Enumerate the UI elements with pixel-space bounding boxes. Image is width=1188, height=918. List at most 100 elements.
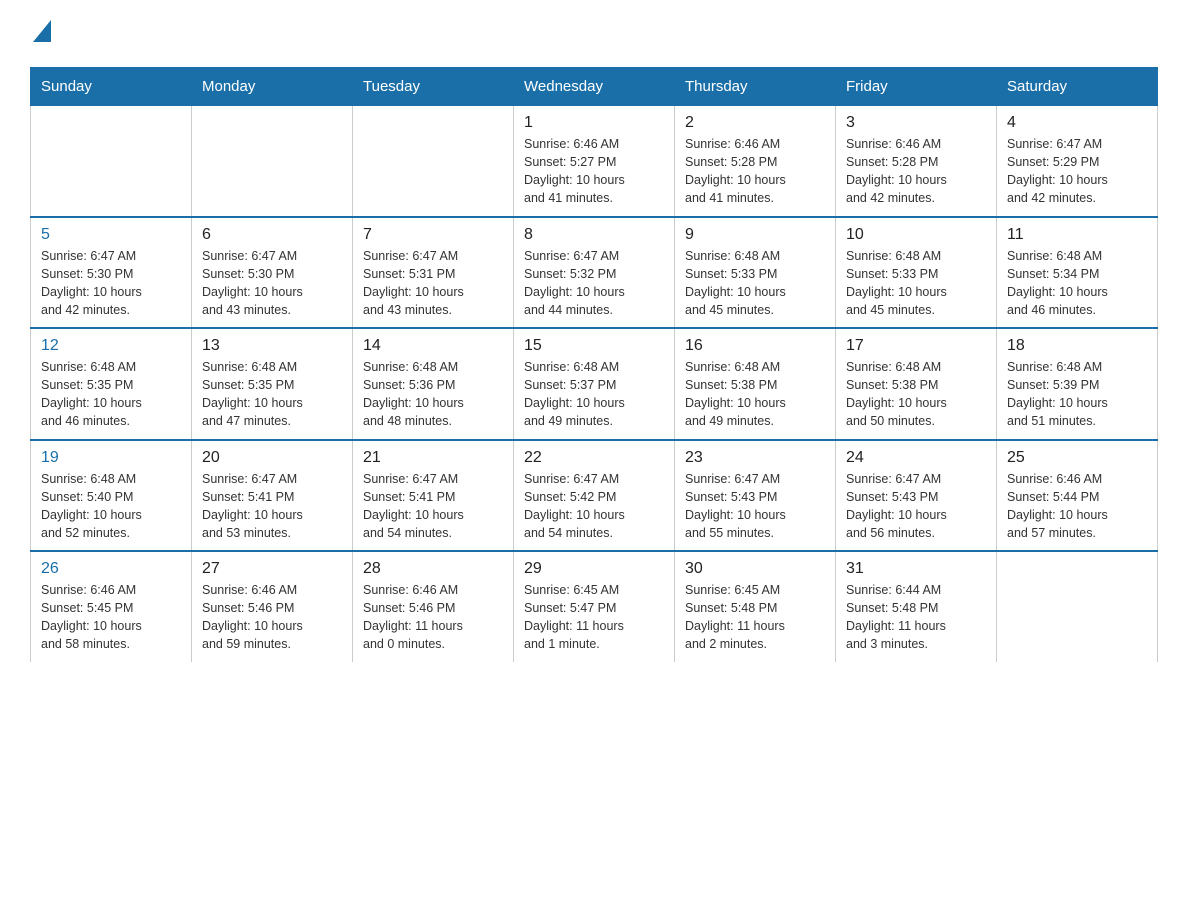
day-number: 15 <box>524 337 664 355</box>
day-number: 24 <box>846 449 986 467</box>
calendar-cell: 28 Sunrise: 6:46 AM Sunset: 5:46 PM Dayli… <box>353 551 514 662</box>
day-info: Sunrise: 6:46 AM Sunset: 5:28 PM Dayligh… <box>846 135 986 208</box>
day-info: Sunrise: 6:47 AM Sunset: 5:31 PM Dayligh… <box>363 247 503 320</box>
day-info: Sunrise: 6:48 AM Sunset: 5:33 PM Dayligh… <box>685 247 825 320</box>
header-row: SundayMondayTuesdayWednesdayThursdayFrid… <box>31 68 1158 106</box>
day-info: Sunrise: 6:48 AM Sunset: 5:35 PM Dayligh… <box>41 358 181 431</box>
day-number: 18 <box>1007 337 1147 355</box>
day-number: 7 <box>363 226 503 244</box>
calendar-cell: 12 Sunrise: 6:48 AM Sunset: 5:35 PM Dayli… <box>31 328 192 440</box>
day-info: Sunrise: 6:46 AM Sunset: 5:28 PM Dayligh… <box>685 135 825 208</box>
calendar-cell <box>31 106 192 217</box>
calendar-cell: 24 Sunrise: 6:47 AM Sunset: 5:43 PM Dayli… <box>836 440 997 552</box>
day-number: 8 <box>524 226 664 244</box>
day-info: Sunrise: 6:48 AM Sunset: 5:36 PM Dayligh… <box>363 358 503 431</box>
calendar-cell <box>192 106 353 217</box>
calendar-cell: 31 Sunrise: 6:44 AM Sunset: 5:48 PM Dayli… <box>836 551 997 662</box>
day-number: 13 <box>202 337 342 355</box>
calendar-cell: 14Sunrise: 6:48 AM Sunset: 5:36 PM Dayli… <box>353 328 514 440</box>
logo <box>30 20 51 49</box>
calendar-cell: 4 Sunrise: 6:47 AM Sunset: 5:29 PM Daylig… <box>997 106 1158 217</box>
calendar-cell: 21 Sunrise: 6:47 AM Sunset: 5:41 PM Dayli… <box>353 440 514 552</box>
calendar-cell: 3 Sunrise: 6:46 AM Sunset: 5:28 PM Daylig… <box>836 106 997 217</box>
calendar-cell: 17 Sunrise: 6:48 AM Sunset: 5:38 PM Dayli… <box>836 328 997 440</box>
day-info: Sunrise: 6:48 AM Sunset: 5:40 PM Dayligh… <box>41 470 181 543</box>
week-row-3: 12 Sunrise: 6:48 AM Sunset: 5:35 PM Dayli… <box>31 328 1158 440</box>
day-info: Sunrise: 6:46 AM Sunset: 5:46 PM Dayligh… <box>363 581 503 654</box>
calendar-cell: 27Sunrise: 6:46 AM Sunset: 5:46 PM Dayli… <box>192 551 353 662</box>
logo-triangle-icon <box>33 20 51 42</box>
day-info: Sunrise: 6:44 AM Sunset: 5:48 PM Dayligh… <box>846 581 986 654</box>
day-info: Sunrise: 6:47 AM Sunset: 5:32 PM Dayligh… <box>524 247 664 320</box>
calendar-cell: 2 Sunrise: 6:46 AM Sunset: 5:28 PM Daylig… <box>675 106 836 217</box>
day-number: 2 <box>685 114 825 132</box>
calendar-cell <box>353 106 514 217</box>
day-number: 4 <box>1007 114 1147 132</box>
header-cell-saturday: Saturday <box>997 68 1158 106</box>
day-number: 22 <box>524 449 664 467</box>
week-row-1: 1 Sunrise: 6:46 AM Sunset: 5:27 PM Daylig… <box>31 106 1158 217</box>
calendar-cell: 19Sunrise: 6:48 AM Sunset: 5:40 PM Dayli… <box>31 440 192 552</box>
day-number: 29 <box>524 560 664 578</box>
calendar-body: 1 Sunrise: 6:46 AM Sunset: 5:27 PM Daylig… <box>31 106 1158 662</box>
day-number: 5 <box>41 226 181 244</box>
calendar-cell: 11Sunrise: 6:48 AM Sunset: 5:34 PM Dayli… <box>997 217 1158 329</box>
calendar-cell: 7 Sunrise: 6:47 AM Sunset: 5:31 PM Daylig… <box>353 217 514 329</box>
day-number: 23 <box>685 449 825 467</box>
header-cell-sunday: Sunday <box>31 68 192 106</box>
calendar-cell: 10 Sunrise: 6:48 AM Sunset: 5:33 PM Dayli… <box>836 217 997 329</box>
day-number: 28 <box>363 560 503 578</box>
calendar-cell: 30 Sunrise: 6:45 AM Sunset: 5:48 PM Dayli… <box>675 551 836 662</box>
day-info: Sunrise: 6:47 AM Sunset: 5:29 PM Dayligh… <box>1007 135 1147 208</box>
calendar-cell: 13Sunrise: 6:48 AM Sunset: 5:35 PM Dayli… <box>192 328 353 440</box>
calendar-cell: 1 Sunrise: 6:46 AM Sunset: 5:27 PM Daylig… <box>514 106 675 217</box>
header-cell-thursday: Thursday <box>675 68 836 106</box>
header-cell-tuesday: Tuesday <box>353 68 514 106</box>
day-number: 17 <box>846 337 986 355</box>
day-info: Sunrise: 6:47 AM Sunset: 5:43 PM Dayligh… <box>685 470 825 543</box>
page-header <box>30 20 1158 49</box>
calendar-cell: 29 Sunrise: 6:45 AM Sunset: 5:47 PM Dayli… <box>514 551 675 662</box>
day-number: 10 <box>846 226 986 244</box>
day-info: Sunrise: 6:47 AM Sunset: 5:42 PM Dayligh… <box>524 470 664 543</box>
day-number: 31 <box>846 560 986 578</box>
day-info: Sunrise: 6:48 AM Sunset: 5:38 PM Dayligh… <box>846 358 986 431</box>
day-info: Sunrise: 6:46 AM Sunset: 5:27 PM Dayligh… <box>524 135 664 208</box>
day-info: Sunrise: 6:46 AM Sunset: 5:46 PM Dayligh… <box>202 581 342 654</box>
calendar-cell: 26 Sunrise: 6:46 AM Sunset: 5:45 PM Dayli… <box>31 551 192 662</box>
calendar-cell: 6Sunrise: 6:47 AM Sunset: 5:30 PM Daylig… <box>192 217 353 329</box>
day-number: 16 <box>685 337 825 355</box>
day-number: 21 <box>363 449 503 467</box>
day-info: Sunrise: 6:48 AM Sunset: 5:34 PM Dayligh… <box>1007 247 1147 320</box>
calendar-cell: 15Sunrise: 6:48 AM Sunset: 5:37 PM Dayli… <box>514 328 675 440</box>
day-number: 30 <box>685 560 825 578</box>
day-info: Sunrise: 6:45 AM Sunset: 5:48 PM Dayligh… <box>685 581 825 654</box>
day-info: Sunrise: 6:45 AM Sunset: 5:47 PM Dayligh… <box>524 581 664 654</box>
week-row-2: 5 Sunrise: 6:47 AM Sunset: 5:30 PM Daylig… <box>31 217 1158 329</box>
calendar-cell: 25 Sunrise: 6:46 AM Sunset: 5:44 PM Dayli… <box>997 440 1158 552</box>
calendar-cell: 9 Sunrise: 6:48 AM Sunset: 5:33 PM Daylig… <box>675 217 836 329</box>
day-number: 1 <box>524 114 664 132</box>
day-info: Sunrise: 6:46 AM Sunset: 5:45 PM Dayligh… <box>41 581 181 654</box>
day-number: 9 <box>685 226 825 244</box>
day-info: Sunrise: 6:47 AM Sunset: 5:30 PM Dayligh… <box>41 247 181 320</box>
calendar-cell: 22 Sunrise: 6:47 AM Sunset: 5:42 PM Dayli… <box>514 440 675 552</box>
day-number: 26 <box>41 560 181 578</box>
header-cell-monday: Monday <box>192 68 353 106</box>
calendar-header: SundayMondayTuesdayWednesdayThursdayFrid… <box>31 68 1158 106</box>
day-number: 20 <box>202 449 342 467</box>
day-info: Sunrise: 6:47 AM Sunset: 5:30 PM Dayligh… <box>202 247 342 320</box>
calendar-table: SundayMondayTuesdayWednesdayThursdayFrid… <box>30 67 1158 662</box>
calendar-cell: 23 Sunrise: 6:47 AM Sunset: 5:43 PM Dayli… <box>675 440 836 552</box>
day-info: Sunrise: 6:48 AM Sunset: 5:33 PM Dayligh… <box>846 247 986 320</box>
calendar-cell: 18Sunrise: 6:48 AM Sunset: 5:39 PM Dayli… <box>997 328 1158 440</box>
day-info: Sunrise: 6:46 AM Sunset: 5:44 PM Dayligh… <box>1007 470 1147 543</box>
day-number: 3 <box>846 114 986 132</box>
day-number: 12 <box>41 337 181 355</box>
week-row-5: 26 Sunrise: 6:46 AM Sunset: 5:45 PM Dayli… <box>31 551 1158 662</box>
day-info: Sunrise: 6:47 AM Sunset: 5:41 PM Dayligh… <box>363 470 503 543</box>
day-info: Sunrise: 6:47 AM Sunset: 5:43 PM Dayligh… <box>846 470 986 543</box>
calendar-cell: 20Sunrise: 6:47 AM Sunset: 5:41 PM Dayli… <box>192 440 353 552</box>
day-number: 25 <box>1007 449 1147 467</box>
day-info: Sunrise: 6:48 AM Sunset: 5:38 PM Dayligh… <box>685 358 825 431</box>
